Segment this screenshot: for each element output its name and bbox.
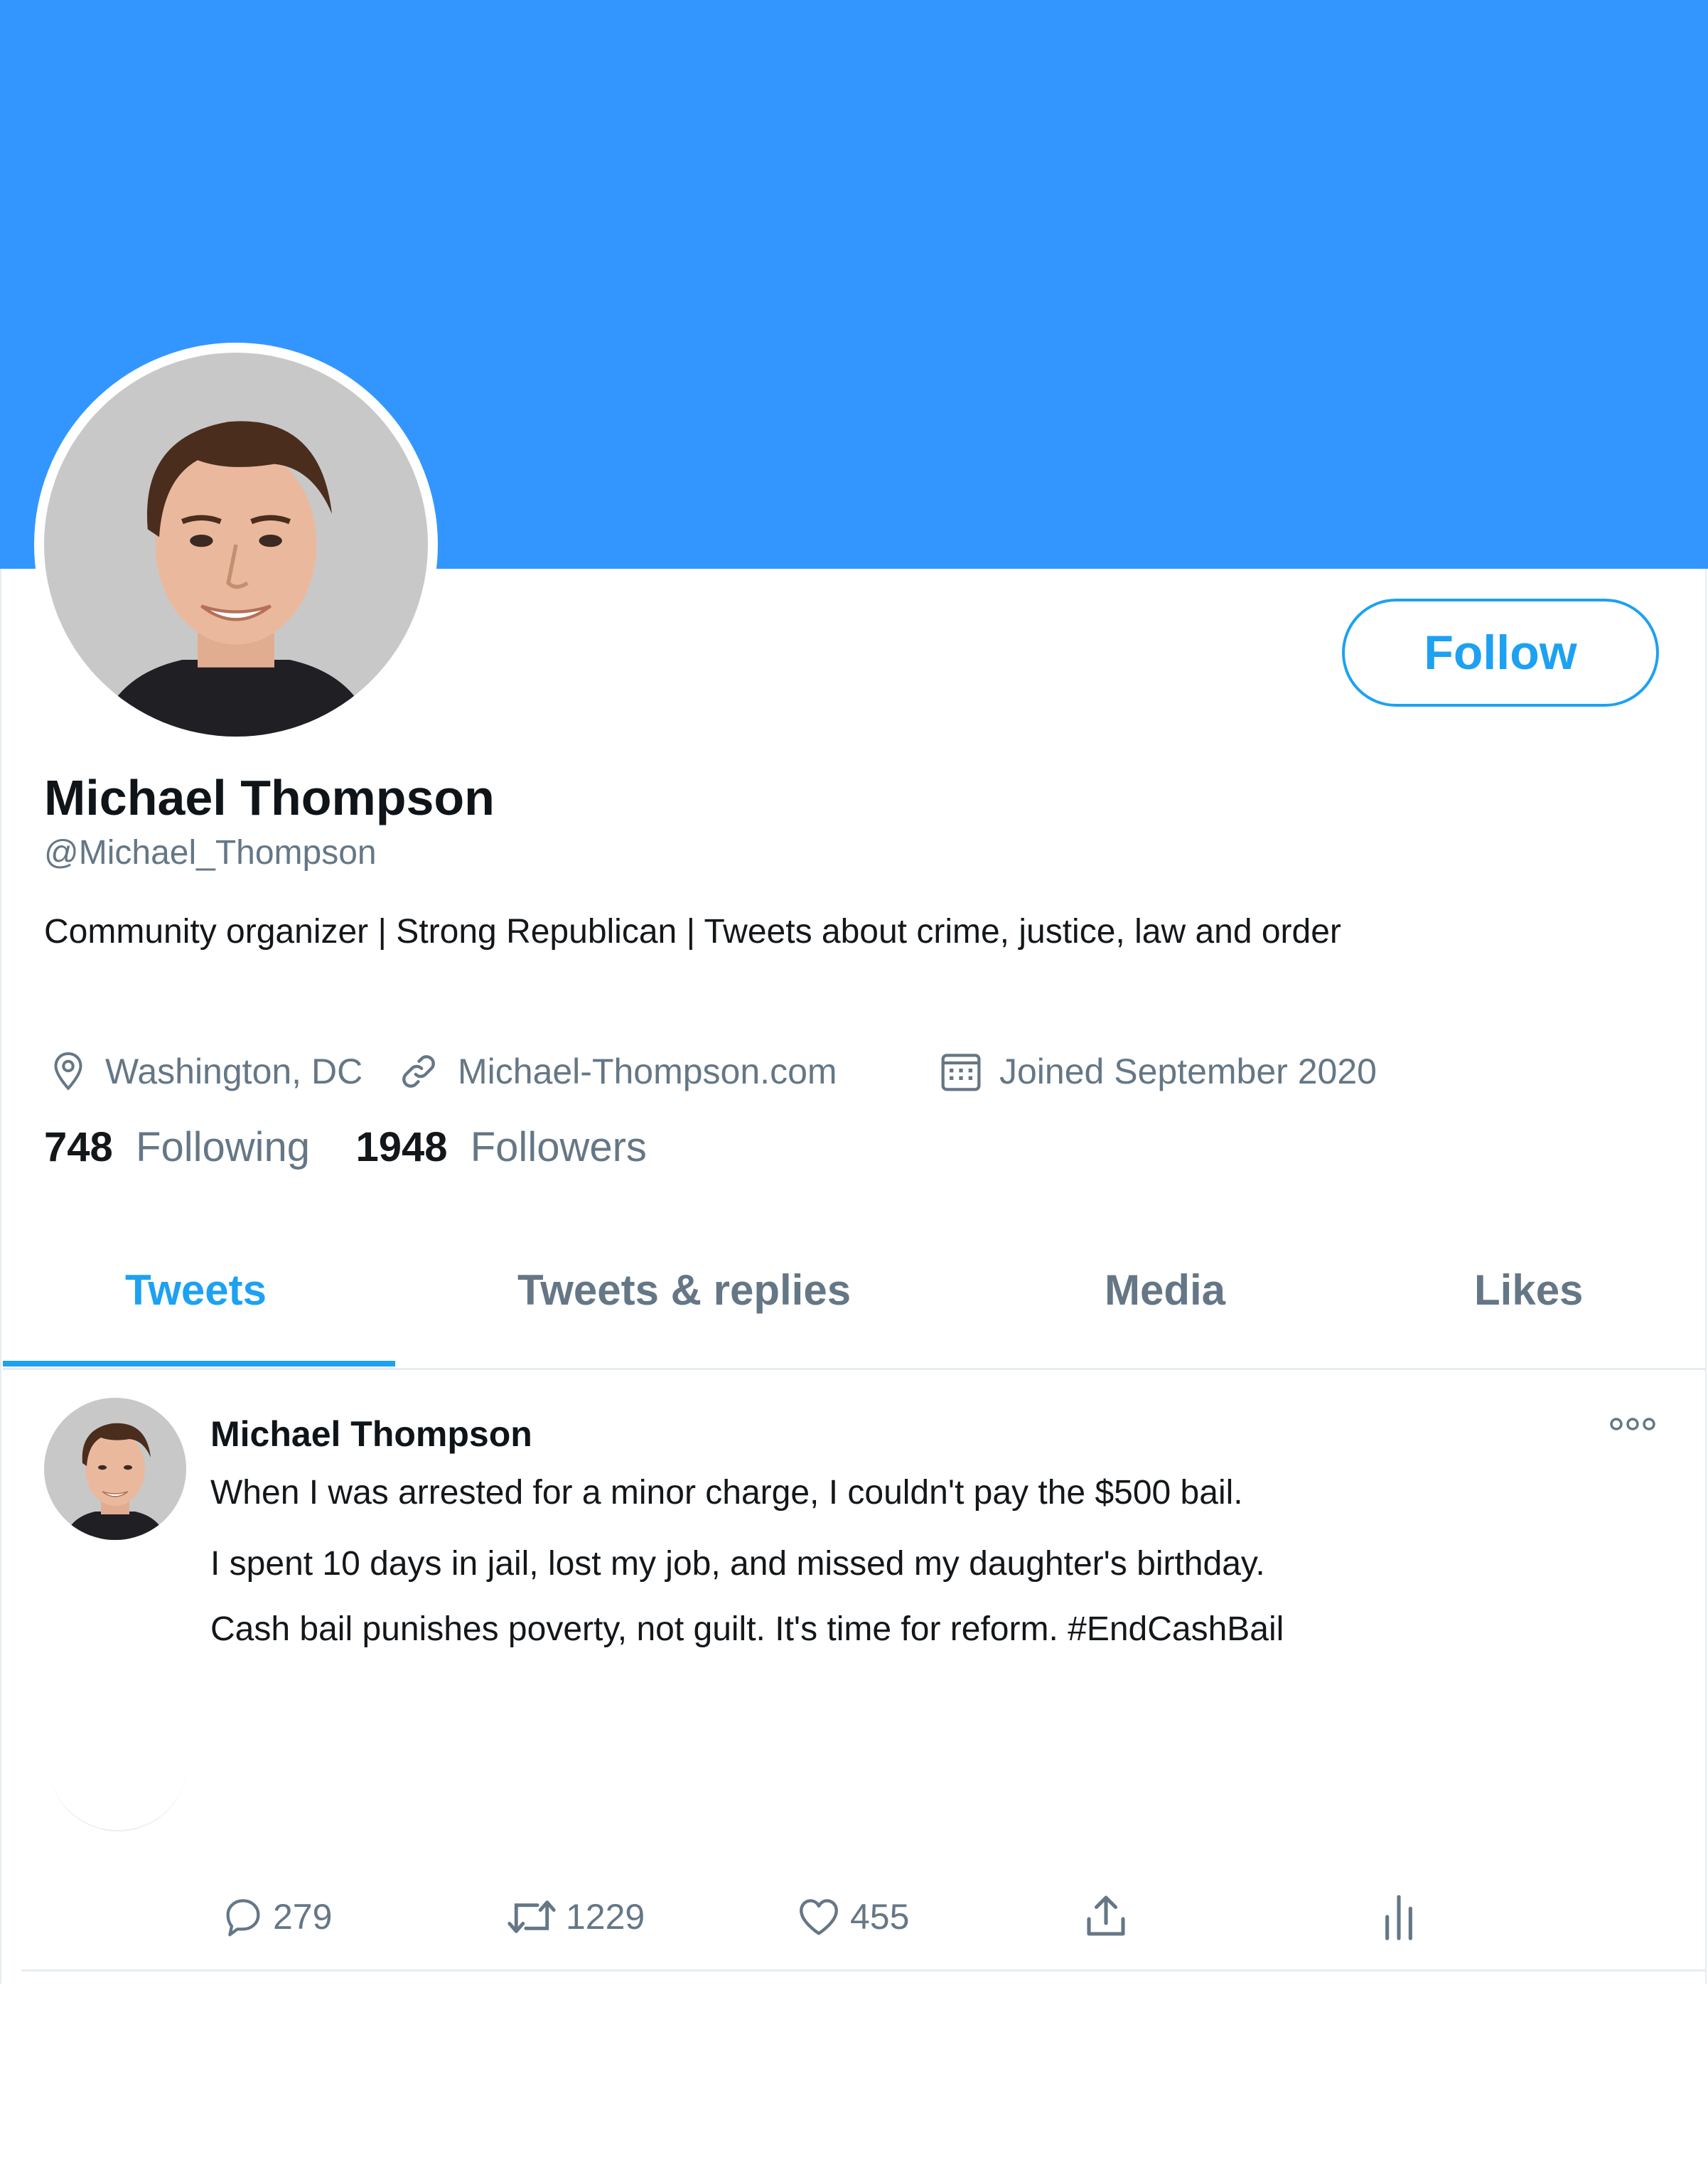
tweet-author-name[interactable]: Michael Thompson <box>210 1413 532 1455</box>
retweet-icon <box>507 1900 556 1933</box>
profile-bio: Community organizer | Strong Republican … <box>44 913 1341 951</box>
active-tab-indicator <box>3 1361 395 1366</box>
placeholder-circle <box>48 1692 188 1831</box>
reply-icon <box>226 1899 260 1937</box>
followers-label: Followers <box>470 1124 647 1170</box>
follow-button[interactable]: Follow <box>1342 599 1659 707</box>
tweet-text-line: When I was arrested for a minor charge, … <box>210 1474 1243 1512</box>
more-options-icon[interactable] <box>1608 1413 1658 1435</box>
reply-action[interactable]: 279 <box>220 1890 332 1944</box>
following-stat[interactable]: 748 Following <box>44 1124 310 1170</box>
profile-stats: 748 Following 1948 Followers <box>44 1123 647 1171</box>
share-action[interactable] <box>1080 1890 1132 1944</box>
avatar-photo <box>44 1398 186 1540</box>
followers-count: 1948 <box>355 1124 448 1170</box>
tab-tweets[interactable]: Tweets <box>125 1266 267 1315</box>
heart-icon <box>800 1899 838 1935</box>
retweet-action[interactable]: 1229 <box>505 1890 645 1944</box>
joined-date: Joined September 2020 <box>999 1052 1377 1091</box>
followers-stat[interactable]: 1948 Followers <box>355 1124 646 1170</box>
profile-handle: @Michael_Thompson <box>44 834 377 872</box>
tweet-text-line: I spent 10 days in jail, lost my job, an… <box>210 1545 1265 1583</box>
retweet-count: 1229 <box>566 1897 645 1937</box>
tweet-divider <box>21 1969 1705 1972</box>
profile-name: Michael Thompson <box>44 770 495 825</box>
tweet-text-line: Cash bail punishes poverty, not guilt. I… <box>210 1610 1284 1648</box>
tweet-avatar[interactable] <box>44 1398 186 1540</box>
tabs-divider <box>3 1368 1705 1370</box>
tab-media[interactable]: Media <box>1105 1266 1225 1315</box>
location-text: Washington, DC <box>105 1052 363 1091</box>
calendar-icon <box>941 1054 981 1091</box>
column-border-left <box>0 569 1 1984</box>
analytics-icon <box>1385 1895 1412 1940</box>
like-count: 455 <box>850 1897 910 1937</box>
like-action[interactable]: 455 <box>795 1890 909 1944</box>
profile-avatar[interactable] <box>34 343 438 747</box>
column-border-right <box>1705 569 1707 1984</box>
tab-likes[interactable]: Likes <box>1474 1266 1583 1315</box>
avatar-photo <box>44 353 428 737</box>
link-icon <box>402 1055 435 1088</box>
following-count: 748 <box>44 1124 113 1170</box>
tab-tweets-replies[interactable]: Tweets & replies <box>517 1266 851 1315</box>
website-link[interactable]: Michael-Thompson.com <box>458 1051 837 1092</box>
profile-location: Washington, DC <box>47 1048 362 1095</box>
profile-website[interactable]: Michael-Thompson.com <box>395 1048 837 1095</box>
reply-count: 279 <box>273 1897 333 1937</box>
analytics-action[interactable] <box>1379 1890 1419 1944</box>
share-icon <box>1087 1895 1125 1936</box>
following-label: Following <box>136 1124 311 1170</box>
profile-joined: Joined September 2020 <box>938 1048 1377 1095</box>
map-pin-icon <box>54 1052 82 1091</box>
